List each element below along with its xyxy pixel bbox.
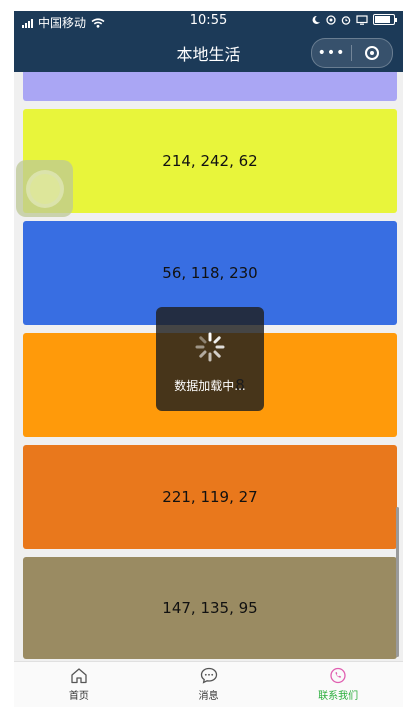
color-card[interactable]: 147, 135, 95 <box>23 557 397 659</box>
tab-contact-us[interactable]: 联系我们 <box>273 662 403 707</box>
close-button[interactable] <box>352 46 391 60</box>
loading-text: 数据加载中... <box>174 379 246 393</box>
card-label: 214, 242, 62 <box>162 152 258 170</box>
tab-label: 首页 <box>68 691 89 702</box>
scrollbar[interactable] <box>396 507 399 657</box>
battery-icon <box>373 14 397 25</box>
location-icon <box>326 14 336 25</box>
screen-icon <box>356 14 368 25</box>
tab-home[interactable]: 首页 <box>14 662 144 707</box>
status-bar: 中国移动 10:55 <box>14 11 403 33</box>
more-icon[interactable]: ••• <box>312 45 351 61</box>
tab-label: 联系我们 <box>318 691 359 702</box>
card-label: 147, 135, 95 <box>162 599 258 617</box>
tab-label: 消息 <box>198 691 219 702</box>
assistive-touch-icon <box>29 173 60 204</box>
card-label: 56, 118, 230 <box>162 264 258 282</box>
nav-bar: 本地生活 ••• <box>14 33 403 72</box>
message-icon <box>200 667 217 684</box>
moon-icon <box>312 15 320 24</box>
alarm-icon <box>341 15 351 25</box>
tab-bar: 首页 消息 联系我们 <box>14 661 403 707</box>
card-label: 221, 119, 27 <box>162 488 258 506</box>
color-card[interactable] <box>23 72 397 101</box>
loading-toast: 数据加载中... <box>156 307 264 411</box>
tab-messages[interactable]: 消息 <box>144 662 274 707</box>
loading-spinner-icon <box>195 332 225 362</box>
color-card[interactable]: 221, 119, 27 <box>23 445 397 549</box>
close-target-icon <box>364 46 379 60</box>
phone-icon <box>330 667 346 684</box>
mini-program-capsule: ••• <box>311 38 393 68</box>
status-right <box>311 14 397 25</box>
assistive-touch-button[interactable] <box>16 160 73 217</box>
color-card[interactable]: 214, 242, 62 <box>23 109 397 213</box>
home-icon <box>71 668 87 684</box>
